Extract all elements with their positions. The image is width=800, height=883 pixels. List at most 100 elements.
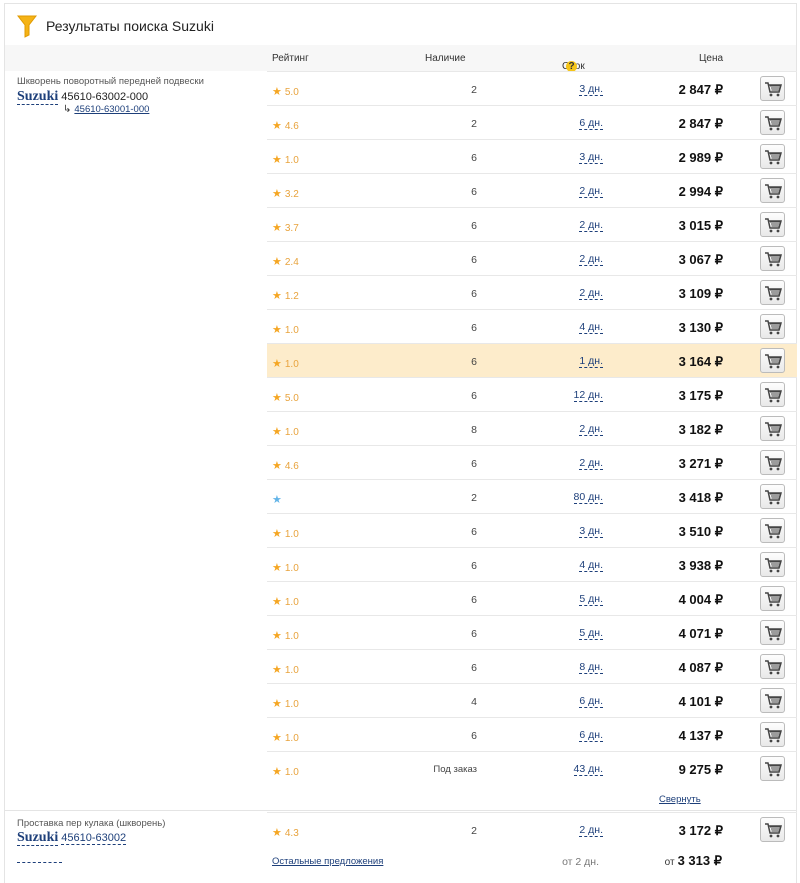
star-icon: ★	[272, 630, 282, 642]
delivery-term-link[interactable]: 5 дн.	[579, 628, 603, 640]
part-number-link[interactable]: 45610-63002	[61, 832, 127, 845]
add-to-cart-button[interactable]	[760, 110, 785, 135]
stock-value: 6	[471, 254, 477, 266]
product-brand-line: Suzuki 45610-63002	[17, 830, 127, 846]
rating-value: 4.3	[284, 828, 299, 839]
delivery-term-link[interactable]: 43 дн.	[573, 764, 603, 776]
rating-value: 1.0	[284, 563, 299, 574]
add-to-cart-button[interactable]	[760, 722, 785, 747]
star-icon: ★	[272, 732, 282, 744]
delivery-term-link[interactable]: 3 дн.	[579, 526, 603, 538]
add-to-cart-button[interactable]	[760, 756, 785, 781]
add-to-cart-button[interactable]	[760, 654, 785, 679]
cart-icon	[764, 693, 782, 708]
stock-value: 6	[471, 356, 477, 368]
delivery-term-link[interactable]: 2 дн.	[579, 288, 603, 300]
add-to-cart-button[interactable]	[760, 178, 785, 203]
rating: ★ 1.0	[272, 765, 299, 778]
delivery-term-link[interactable]: 4 дн.	[579, 560, 603, 572]
add-to-cart-button[interactable]	[760, 280, 785, 305]
star-icon: ★	[272, 324, 282, 336]
funnel-icon	[17, 15, 37, 38]
cart-icon	[764, 387, 782, 402]
rating: ★ 5.0	[272, 85, 299, 98]
star-icon: ★	[272, 86, 282, 98]
delivery-term-link[interactable]: 80 дн.	[573, 492, 603, 504]
star-icon: ★	[272, 698, 282, 710]
price: 3 067 ₽	[678, 252, 723, 267]
add-to-cart-button[interactable]	[760, 76, 785, 101]
delivery-term-link[interactable]: 8 дн.	[579, 662, 603, 674]
delivery-term-link[interactable]: 3 дн.	[579, 84, 603, 96]
price: 4 004 ₽	[678, 592, 723, 607]
cart-icon	[764, 217, 782, 232]
other-offers-link[interactable]: Остальные предложения	[272, 856, 383, 867]
add-to-cart-button[interactable]	[760, 484, 785, 509]
cart-icon	[764, 149, 782, 164]
delivery-term-link[interactable]: 6 дн.	[579, 696, 603, 708]
rating-value: 1.0	[284, 359, 299, 370]
add-to-cart-button[interactable]	[760, 817, 785, 842]
add-to-cart-button[interactable]	[760, 348, 785, 373]
rating-value: 1.0	[284, 767, 299, 778]
rating-value: 1.0	[284, 699, 299, 710]
add-to-cart-button[interactable]	[760, 144, 785, 169]
star-icon: ★	[272, 290, 282, 302]
delivery-term-link[interactable]: 2 дн.	[579, 254, 603, 266]
add-to-cart-button[interactable]	[760, 552, 785, 577]
add-to-cart-button[interactable]	[760, 688, 785, 713]
add-to-cart-button[interactable]	[760, 450, 785, 475]
price: 3 164 ₽	[678, 354, 723, 369]
delivery-term-link[interactable]: 2 дн.	[579, 220, 603, 232]
price: 3 172 ₽	[678, 823, 723, 838]
stock-value: 6	[471, 458, 477, 470]
cart-icon	[764, 625, 782, 640]
brand-link[interactable]: Suzuki	[17, 830, 59, 846]
delivery-term-link[interactable]: 2 дн.	[579, 186, 603, 198]
add-to-cart-button[interactable]	[760, 314, 785, 339]
add-to-cart-button[interactable]	[760, 620, 785, 645]
add-to-cart-button[interactable]	[760, 518, 785, 543]
delivery-term-link[interactable]: 6 дн.	[579, 118, 603, 130]
delivery-term-link[interactable]: 1 дн.	[579, 356, 603, 368]
delivery-term-link[interactable]: 12 дн.	[573, 390, 603, 402]
rating-value: 5.0	[284, 87, 299, 98]
delivery-term-link[interactable]: 2 дн.	[579, 424, 603, 436]
table-row: ★ 2.4 6 2 дн. 3 067 ₽	[267, 241, 797, 275]
rating-value: 4.6	[284, 121, 299, 132]
rating-value: 1.0	[284, 733, 299, 744]
price: 2 989 ₽	[678, 150, 723, 165]
rating-value: 3.7	[284, 223, 299, 234]
add-to-cart-button[interactable]	[760, 416, 785, 441]
rating-value: 4.6	[284, 461, 299, 472]
rating: ★ 4.6	[272, 119, 299, 132]
star-icon: ★	[272, 426, 282, 438]
rating-value: 1.0	[284, 427, 299, 438]
add-to-cart-button[interactable]	[760, 212, 785, 237]
table-row: ★ 2 80 дн. 3 418 ₽	[267, 479, 797, 513]
price: 4 087 ₽	[678, 660, 723, 675]
table-row: ★ 1.0 6 5 дн. 4 071 ₽	[267, 615, 797, 649]
page-title: Результаты поиска Suzuki	[46, 17, 214, 34]
delivery-term-link[interactable]: 5 дн.	[579, 594, 603, 606]
delivery-term-link[interactable]: 3 дн.	[579, 152, 603, 164]
delivery-term-link[interactable]: 6 дн.	[579, 730, 603, 742]
rating-value: 1.0	[284, 597, 299, 608]
price-prefix: от	[664, 857, 675, 868]
delivery-term-link[interactable]: 4 дн.	[579, 322, 603, 334]
delivery-term-link[interactable]: 2 дн.	[579, 458, 603, 470]
analog-number-link[interactable]: 45610-63001-000	[74, 104, 149, 115]
rating: ★ 1.0	[272, 595, 299, 608]
cart-icon	[764, 822, 782, 837]
search-results-panel: Результаты поиска Suzuki Рейтинг Наличие…	[4, 3, 797, 883]
add-to-cart-button[interactable]	[760, 382, 785, 407]
add-to-cart-button[interactable]	[760, 246, 785, 271]
price: 3 130 ₽	[678, 320, 723, 335]
delivery-term-link[interactable]: 2 дн.	[579, 825, 603, 837]
add-to-cart-button[interactable]	[760, 586, 785, 611]
stock-value: 2	[471, 118, 477, 130]
table-row: ★ 1.0 6 5 дн. 4 004 ₽	[267, 581, 797, 615]
brand-link[interactable]: Suzuki	[17, 89, 59, 105]
cart-icon	[764, 591, 782, 606]
collapse-link[interactable]: Свернуть	[659, 794, 701, 805]
